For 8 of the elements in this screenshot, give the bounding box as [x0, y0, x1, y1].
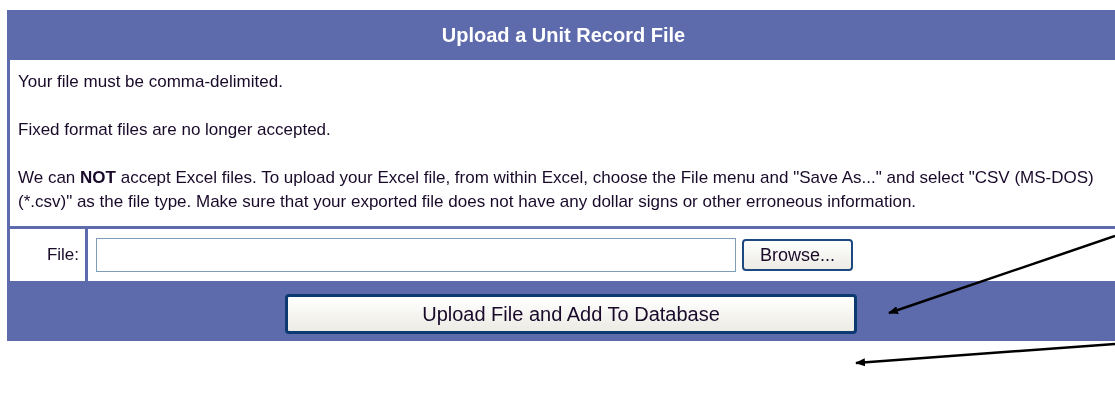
instruction-text: Fixed format files are no longer accepted.: [18, 119, 332, 141]
file-label: File:: [46, 244, 79, 267]
panel-title: Upload a Unit Record File: [441, 23, 686, 48]
file-path-field[interactable]: [96, 238, 736, 272]
upload-button[interactable]: Upload File and Add To Database: [285, 294, 857, 334]
instruction-text: Your file must be comma-delimited.: [18, 71, 284, 93]
browse-button[interactable]: Browse...: [742, 239, 854, 271]
instruction-text: We can NOT accept Excel files. To upload your Excel file, from within Excel, choose the File menu and "Save As..." and select "CSV (MS-DOS) (*.csv)" as the file type. Make sure that your exported file does not have any dollar signs or other erroneous information.: [18, 167, 1095, 213]
